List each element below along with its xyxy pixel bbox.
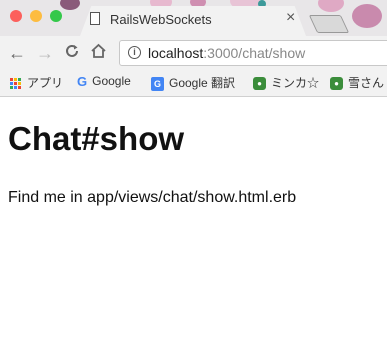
bookmark-label: アプリ bbox=[27, 76, 64, 90]
url-host: localhost bbox=[148, 45, 204, 61]
tab-strip: RailsWebSockets × bbox=[0, 0, 387, 36]
bookmark-label: ミンカ☆ bbox=[271, 76, 320, 90]
close-window-button[interactable] bbox=[10, 10, 22, 22]
info-icon[interactable]: i bbox=[128, 46, 141, 59]
document-icon bbox=[90, 12, 100, 25]
theme-decoration bbox=[318, 0, 344, 12]
bookmark-label: Google 翻訳 bbox=[169, 76, 236, 90]
home-icon bbox=[91, 43, 106, 58]
frog-icon: ● bbox=[253, 77, 266, 91]
page-title: Chat#show bbox=[8, 120, 185, 157]
home-button[interactable] bbox=[90, 43, 107, 63]
frog-icon: ● bbox=[330, 77, 343, 91]
zoom-window-button[interactable] bbox=[50, 10, 62, 22]
minimize-window-button[interactable] bbox=[30, 10, 42, 22]
apps-grid-icon bbox=[10, 77, 22, 90]
page-message: Find me in app/views/chat/show.html.erb bbox=[8, 189, 297, 206]
close-tab-icon[interactable]: × bbox=[286, 9, 295, 27]
bookmarks-bar: アプリ G Google G Google 翻訳 ● ミンカ☆ ● 雪さん bbox=[0, 70, 387, 96]
bookmark-google-translate[interactable]: G Google 翻訳 bbox=[151, 74, 235, 91]
toolbar: ← → i localhost:3000/chat/show bbox=[0, 36, 387, 70]
google-icon: G bbox=[77, 74, 88, 90]
address-bar[interactable]: i localhost:3000/chat/show bbox=[119, 40, 387, 66]
url-text[interactable]: localhost:3000/chat/show bbox=[148, 45, 305, 61]
bookmark-label: Google bbox=[92, 74, 131, 88]
bookmark-yuki[interactable]: ● 雪さん bbox=[330, 74, 384, 91]
tab-title[interactable]: RailsWebSockets bbox=[110, 12, 212, 27]
browser-chrome: RailsWebSockets × ← → i localhost:3000/c… bbox=[0, 0, 387, 97]
forward-button[interactable]: → bbox=[36, 43, 54, 63]
back-button[interactable]: ← bbox=[8, 43, 26, 63]
reload-icon bbox=[66, 44, 78, 57]
new-tab-button[interactable] bbox=[308, 15, 350, 33]
bookmark-apps[interactable]: アプリ bbox=[10, 74, 63, 91]
theme-decoration bbox=[60, 0, 80, 10]
bookmark-minka[interactable]: ● ミンカ☆ bbox=[253, 74, 319, 91]
url-path: :3000/chat/show bbox=[203, 45, 306, 61]
google-translate-icon: G bbox=[151, 76, 164, 91]
theme-decoration bbox=[352, 4, 382, 28]
bookmark-label: 雪さん bbox=[348, 76, 385, 90]
reload-button[interactable] bbox=[64, 43, 80, 63]
bookmark-google[interactable]: G Google bbox=[77, 74, 131, 89]
